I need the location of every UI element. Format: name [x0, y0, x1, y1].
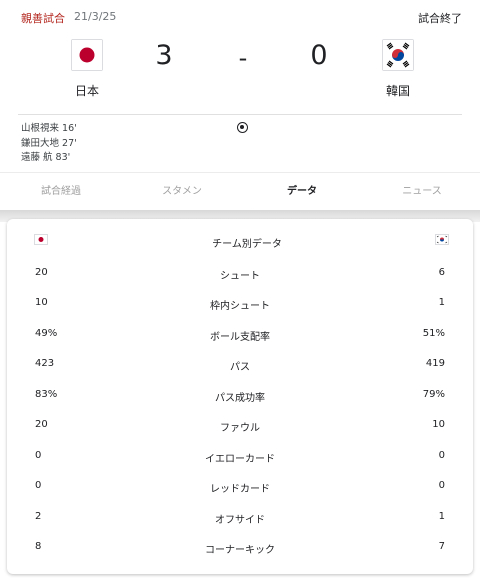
stat-row-pass-accuracy: 83% パス成功率 79%	[7, 389, 473, 405]
korea-flag-icon	[436, 235, 448, 244]
home-stat-value: 0	[35, 480, 42, 491]
home-stat-value: 8	[35, 541, 42, 552]
away-team-name[interactable]: 韓国	[358, 82, 438, 99]
away-stat-value: 6	[438, 267, 445, 278]
tab-news[interactable]: ニュース	[372, 173, 472, 211]
away-stat-value: 1	[438, 297, 445, 308]
match-date: 21/3/25	[74, 10, 117, 23]
stat-label: シュート	[220, 271, 260, 282]
away-stat-value: 0	[438, 480, 445, 491]
stat-row-yellow-cards: 0 イエローカード 0	[7, 450, 473, 466]
korea-flag-icon	[383, 40, 413, 70]
team-stats-card: チーム別データ 20 シュート 6 10 枠内シュート 1 49% ボール支配率…	[7, 219, 473, 574]
away-stat-value: 1	[438, 511, 445, 522]
stat-label: パス	[230, 362, 250, 373]
goal-scorers-list: 山根視来 16' 鎌田大地 27' 遠藤 航 83'	[21, 122, 77, 166]
stat-row-shots-on-target: 10 枠内シュート 1	[7, 297, 473, 313]
away-stat-value: 51%	[422, 328, 445, 339]
divider	[18, 114, 462, 115]
stat-label: ファウル	[220, 423, 260, 434]
stat-row-fouls: 20 ファウル 10	[7, 419, 473, 435]
stat-row-passes: 423 パス 419	[7, 358, 473, 374]
away-stat-value: 419	[425, 358, 445, 369]
scorer-item[interactable]: 遠藤 航 83'	[21, 151, 77, 166]
away-team-mini-flag	[435, 234, 449, 245]
home-stat-value: 0	[35, 450, 42, 461]
match-status: 試合終了	[418, 12, 462, 25]
home-team-mini-flag	[34, 234, 48, 245]
stat-label: コーナーキック	[205, 545, 275, 556]
away-team-flag[interactable]	[382, 39, 414, 71]
stat-row-possession: 49% ボール支配率 51%	[7, 328, 473, 344]
home-stat-value: 423	[35, 358, 55, 369]
stat-row-offsides: 2 オフサイド 1	[7, 511, 473, 527]
tab-stats[interactable]: データ	[252, 173, 352, 211]
away-stat-value: 79%	[422, 389, 445, 400]
home-team-name[interactable]: 日本	[47, 82, 127, 99]
match-tabs: 試合経過 スタメン データ ニュース	[0, 172, 480, 210]
soccer-ball-icon	[237, 122, 248, 133]
home-score: 3	[155, 40, 173, 71]
home-stat-value: 2	[35, 511, 42, 522]
away-stat-value: 10	[432, 419, 445, 430]
japan-flag-icon	[35, 235, 47, 244]
home-stat-value: 49%	[35, 328, 58, 339]
stat-label: ボール支配率	[210, 332, 270, 343]
away-score: 0	[310, 40, 328, 71]
stat-row-corner-kicks: 8 コーナーキック 7	[7, 541, 473, 557]
away-stat-value: 7	[438, 541, 445, 552]
stat-label: パス成功率	[215, 393, 265, 404]
tab-timeline[interactable]: 試合経過	[11, 173, 111, 211]
score-separator: -	[238, 44, 248, 72]
japan-flag-icon	[72, 40, 102, 70]
stat-row-shots: 20 シュート 6	[7, 267, 473, 283]
home-team-flag[interactable]	[71, 39, 103, 71]
scorer-item[interactable]: 山根視来 16'	[21, 122, 77, 137]
competition-label[interactable]: 親善試合	[21, 10, 65, 26]
stat-label: イエローカード	[205, 454, 275, 465]
match-header: 親善試合 21/3/25 試合終了	[0, 0, 480, 26]
home-stat-value: 10	[35, 297, 48, 308]
home-stat-value: 20	[35, 267, 48, 278]
stat-label: 枠内シュート	[210, 301, 270, 312]
scorer-item[interactable]: 鎌田大地 27'	[21, 137, 77, 152]
away-stat-value: 0	[438, 450, 445, 461]
stat-label: レッドカード	[210, 484, 270, 495]
stat-label: オフサイド	[215, 515, 265, 526]
tab-lineups[interactable]: スタメン	[132, 173, 232, 211]
home-stat-value: 83%	[35, 389, 58, 400]
stats-title: チーム別データ	[212, 239, 282, 250]
stat-row-red-cards: 0 レッドカード 0	[7, 480, 473, 496]
home-stat-value: 20	[35, 419, 48, 430]
